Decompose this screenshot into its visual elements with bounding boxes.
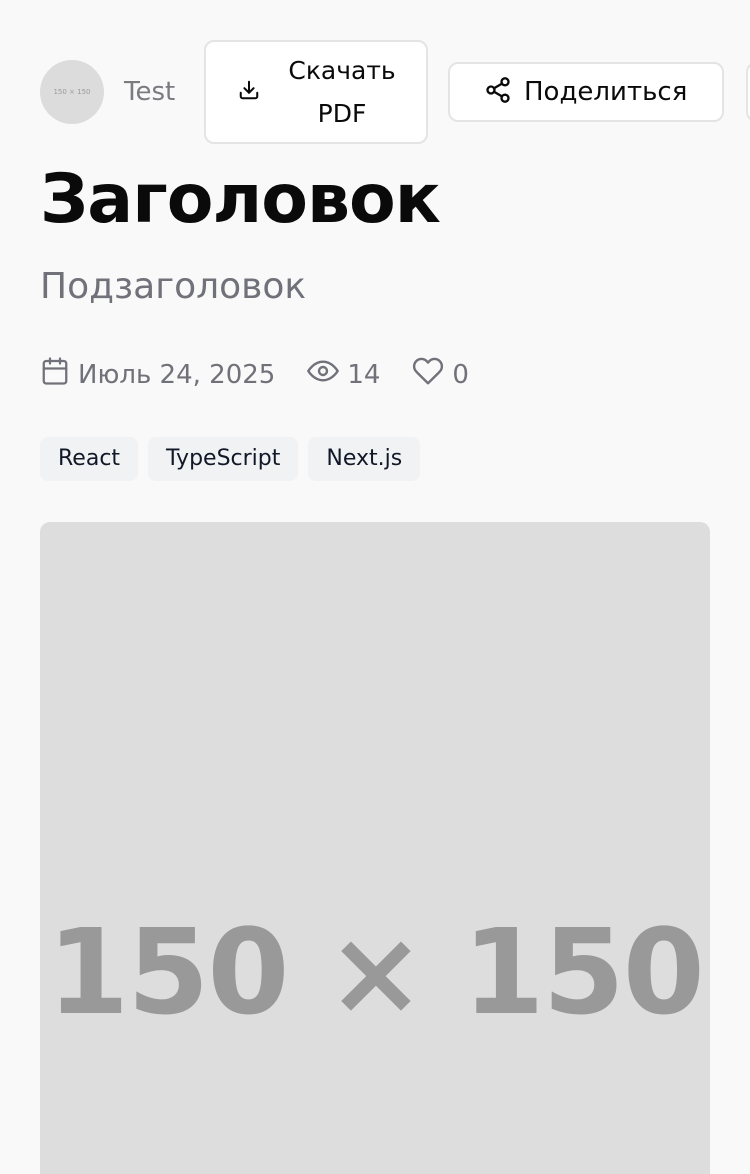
author-action-row: 150 × 150 Test Скачать PDF Поделиться bbox=[40, 40, 750, 144]
publish-date-text: Июль 24, 2025 bbox=[78, 359, 276, 390]
page-subtitle: Подзаголовок bbox=[40, 266, 307, 307]
like-count-text: 0 bbox=[452, 359, 469, 390]
share-button[interactable]: Поделиться bbox=[448, 62, 724, 122]
share-label: Поделиться bbox=[524, 77, 688, 107]
download-pdf-label: Скачать PDF bbox=[288, 56, 396, 128]
article-page: 150 × 150 Test Скачать PDF Поделиться За… bbox=[0, 0, 750, 1174]
tag-react[interactable]: React bbox=[40, 437, 139, 481]
share-icon bbox=[484, 76, 512, 108]
more-button[interactable] bbox=[746, 62, 750, 122]
download-icon bbox=[238, 79, 260, 105]
like-count[interactable]: 0 bbox=[412, 355, 469, 394]
author-name[interactable]: Test bbox=[124, 77, 204, 107]
heart-icon[interactable] bbox=[412, 355, 444, 394]
publish-date: Июль 24, 2025 bbox=[40, 356, 275, 393]
cover-placeholder-text: 150 × 150 bbox=[47, 903, 705, 1041]
tag-typescript[interactable]: TypeScript bbox=[148, 437, 299, 481]
download-pdf-button[interactable]: Скачать PDF bbox=[204, 40, 428, 144]
article-meta: Июль 24, 2025 14 0 bbox=[40, 355, 469, 394]
calendar-icon bbox=[40, 356, 70, 393]
avatar-placeholder-text: 150 × 150 bbox=[53, 88, 91, 96]
view-count-text: 14 bbox=[347, 359, 381, 390]
avatar[interactable]: 150 × 150 bbox=[40, 60, 104, 124]
page-title: Заголовок bbox=[40, 160, 441, 239]
tag-nextjs[interactable]: Next.js bbox=[308, 437, 421, 481]
tag-list: React TypeScript Next.js bbox=[40, 437, 430, 481]
cover-image: 150 × 150 bbox=[40, 522, 710, 1174]
view-count: 14 bbox=[307, 355, 380, 394]
eye-icon bbox=[307, 355, 340, 394]
